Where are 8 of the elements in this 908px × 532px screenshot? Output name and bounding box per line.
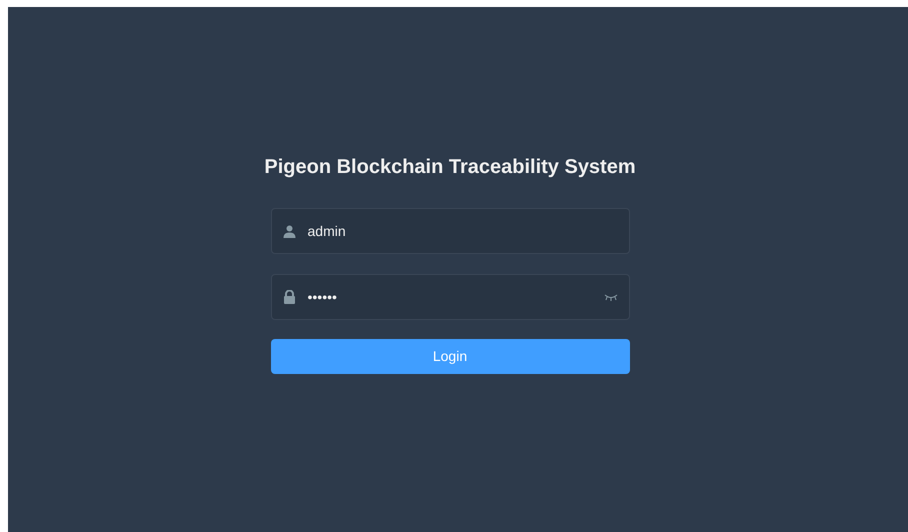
user-icon [282,224,296,238]
username-value: admin [308,222,346,240]
lock-icon [282,290,296,304]
masked-password: •••••• [308,288,337,306]
username-field[interactable]: admin [270,208,630,254]
page-title: Pigeon Blockchain Traceability System [264,155,636,180]
password-field[interactable]: •••••• [270,274,630,320]
closed-eye-icon[interactable] [604,293,618,301]
